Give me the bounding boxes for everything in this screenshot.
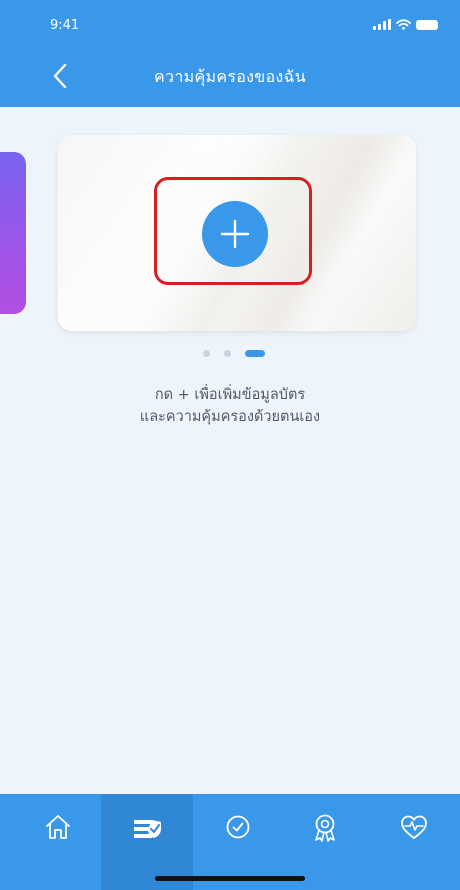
status-icons	[373, 19, 438, 30]
tab-home[interactable]	[12, 794, 104, 890]
add-card-slot[interactable]	[58, 135, 416, 331]
hint-line-1: กด + เพื่อเพิ่มข้อมูลบัตร	[154, 387, 306, 403]
add-card-hint: กด + เพื่อเพิ่มข้อมูลบัตร และความคุ้มครอ…	[0, 384, 460, 428]
wifi-icon	[396, 19, 411, 30]
signal-icon	[373, 19, 391, 30]
check-clock-icon	[226, 815, 250, 839]
battery-icon	[416, 19, 438, 30]
plus-icon	[220, 219, 250, 249]
page-dot[interactable]	[224, 350, 231, 357]
hint-line-2: และความคุ้มครองด้วยตนเอง	[139, 409, 321, 425]
home-icon	[46, 815, 70, 839]
coverage-card-icon	[134, 820, 161, 838]
app-header: 9:41 ความคุ้มครองของฉัน	[0, 0, 460, 107]
award-ribbon-icon	[315, 814, 335, 842]
page-title: ความคุ้มครองของฉัน	[154, 67, 306, 86]
tab-health[interactable]	[368, 794, 460, 890]
page-dot-active[interactable]	[245, 350, 265, 357]
status-time: 9:41	[50, 18, 80, 33]
home-indicator	[155, 876, 305, 881]
previous-card-peek[interactable]	[0, 152, 26, 314]
status-bar: 9:41	[0, 0, 460, 44]
heart-pulse-icon	[401, 815, 427, 839]
page-dot[interactable]	[203, 350, 210, 357]
nav-bar: ความคุ้มครองของฉัน	[0, 44, 460, 107]
add-card-button[interactable]	[202, 201, 268, 267]
carousel-pagination	[0, 350, 460, 357]
